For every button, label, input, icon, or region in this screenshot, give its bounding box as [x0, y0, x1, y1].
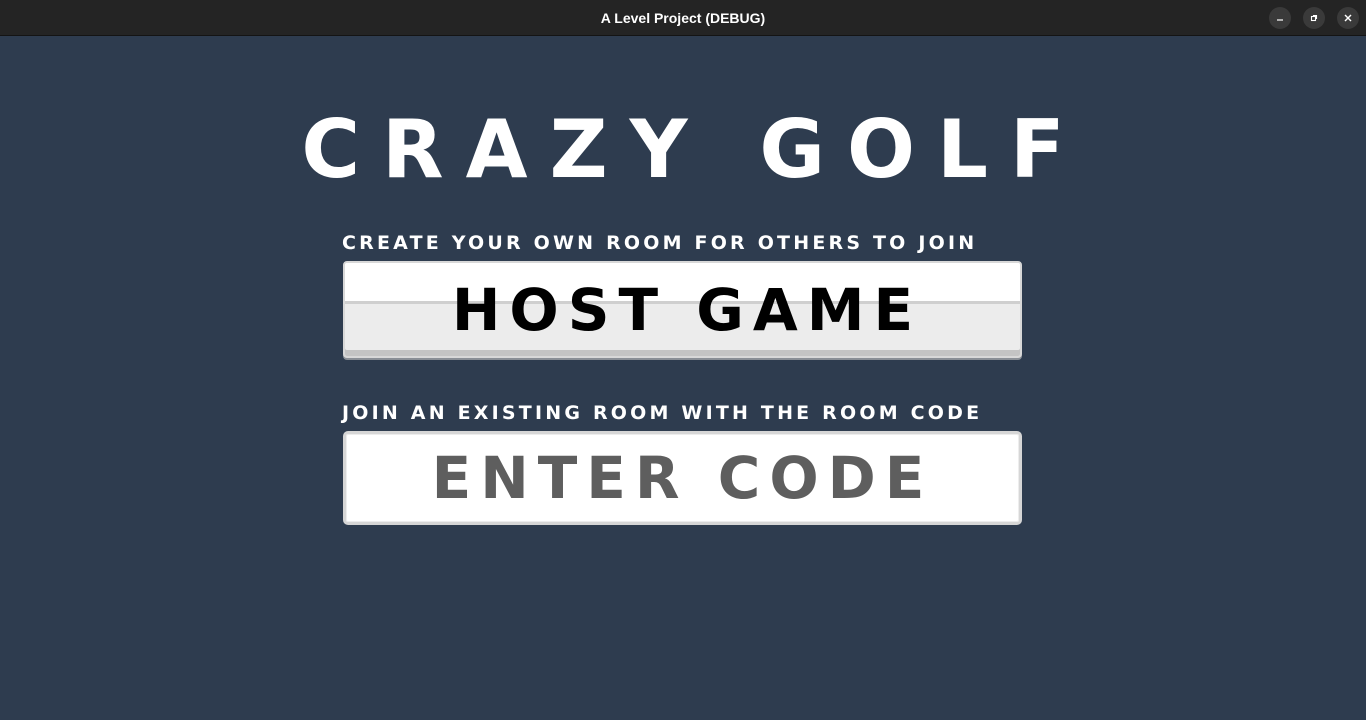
- window-titlebar[interactable]: A Level Project (DEBUG): [0, 0, 1366, 36]
- minimize-button[interactable]: [1269, 7, 1291, 29]
- maximize-icon: [1310, 14, 1318, 22]
- game-title: CRAZY GOLF: [301, 103, 1087, 196]
- host-caption: CREATE YOUR OWN ROOM FOR OTHERS TO JOIN: [342, 232, 978, 254]
- close-button[interactable]: [1337, 7, 1359, 29]
- main-menu: CRAZY GOLF CREATE YOUR OWN ROOM FOR OTHE…: [0, 37, 1366, 720]
- host-game-label: HOST GAME: [451, 276, 923, 344]
- maximize-button[interactable]: [1303, 7, 1325, 29]
- window-title: A Level Project (DEBUG): [600, 10, 766, 26]
- minimize-icon: [1277, 19, 1283, 21]
- join-caption: JOIN AN EXISTING ROOM WITH THE ROOM CODE: [342, 402, 983, 424]
- host-game-button[interactable]: HOST GAME: [343, 261, 1022, 358]
- room-code-input[interactable]: [343, 431, 1022, 525]
- close-icon: [1344, 14, 1352, 22]
